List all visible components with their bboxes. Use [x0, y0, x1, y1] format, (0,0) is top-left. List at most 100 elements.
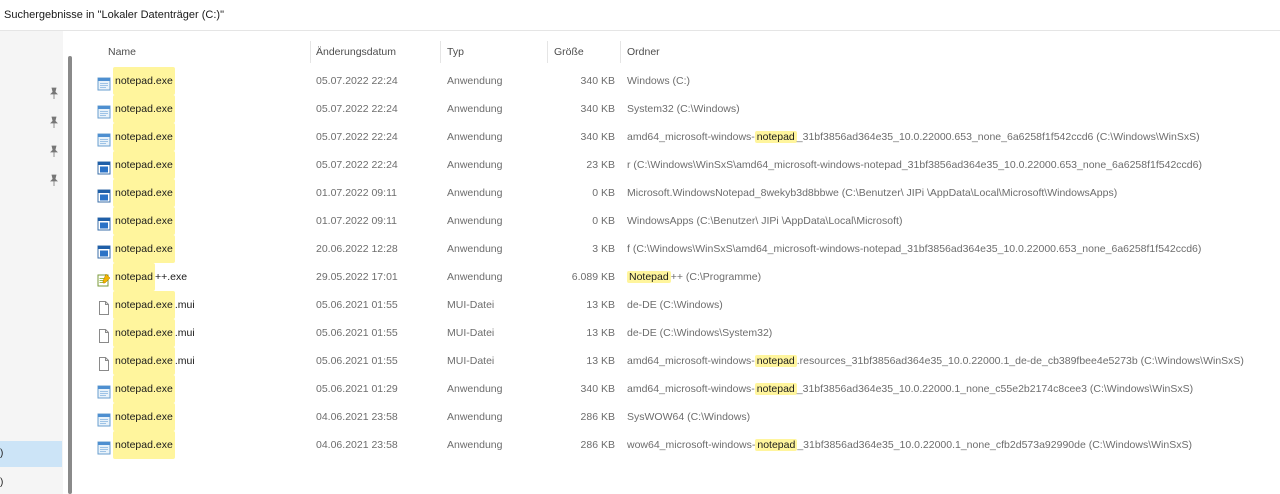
app-window-icon — [97, 410, 111, 427]
app-window-icon — [97, 438, 111, 455]
column-divider[interactable] — [440, 41, 441, 63]
file-row[interactable]: notepad.exe .mui 05.06.2021 01:55 MUI-Datei… — [77, 319, 1280, 347]
file-date: 05.07.2022 22:24 — [316, 75, 398, 87]
file-folder: WindowsApps (C:\Benutzer\ JIPi \AppData\… — [627, 207, 902, 235]
file-type: Anwendung — [447, 439, 503, 451]
file-name[interactable]: notepad.exe .mui — [97, 347, 195, 375]
app-window-icon — [97, 74, 111, 91]
file-name[interactable]: notepad.exe .mui — [97, 291, 195, 319]
file-date: 05.06.2021 01:55 — [316, 299, 398, 311]
pin-icon[interactable] — [49, 174, 59, 186]
file-size: 340 KB — [580, 103, 615, 115]
file-row[interactable]: notepad.exe 20.06.2022 12:28 Anwendung 3 KB… — [77, 235, 1280, 263]
file-row[interactable]: notepad.exe 01.07.2022 09:11 Anwendung 0 KB… — [77, 179, 1280, 207]
file-row[interactable]: notepad.exe 05.06.2021 01:29 Anwendung 340 … — [77, 375, 1280, 403]
file-type: Anwendung — [447, 411, 503, 423]
file-name[interactable]: notepad.exe — [97, 95, 175, 123]
window-title: Suchergebnisse in "Lokaler Datenträger (… — [4, 9, 224, 21]
column-date[interactable]: Änderungsdatum — [316, 37, 396, 67]
column-size[interactable]: Größe — [554, 37, 584, 67]
file-size: 340 KB — [580, 75, 615, 87]
folder-text: _31bf3856ad364e35_10.0.22000.1_none_cfb2… — [797, 439, 1192, 451]
folder-text: Microsoft.WindowsNotepad_8wekyb3d8bbwe (… — [627, 187, 1118, 199]
file-name[interactable]: notepad.exe — [97, 403, 175, 431]
notepadpp-icon — [97, 270, 111, 287]
folder-text: de-DE (C:\Windows\System32) — [627, 327, 773, 339]
file-name[interactable]: notepad.exe — [97, 179, 175, 207]
column-divider[interactable] — [620, 41, 621, 63]
column-name[interactable]: Name — [108, 37, 136, 67]
file-name[interactable]: notepad.exe — [97, 235, 175, 263]
pin-icon[interactable] — [49, 116, 59, 128]
file-row[interactable]: notepad.exe 01.07.2022 09:11 Anwendung 0 KB… — [77, 207, 1280, 235]
app-window-icon — [97, 382, 111, 399]
file-name-match: notepad.exe — [113, 347, 175, 375]
scrollbar-thumb[interactable] — [68, 56, 72, 494]
file-date: 04.06.2021 23:58 — [316, 411, 398, 423]
file-row[interactable]: notepad.exe 05.07.2022 22:24 Anwendung 340 … — [77, 95, 1280, 123]
pin-icon[interactable] — [49, 87, 59, 99]
file-name[interactable]: notepad.exe .mui — [97, 319, 195, 347]
column-type[interactable]: Typ — [447, 37, 464, 67]
file-date: 05.06.2021 01:55 — [316, 355, 398, 367]
file-name-rest: .mui — [174, 355, 195, 367]
file-size: 340 KB — [580, 131, 615, 143]
file-row[interactable]: notepad.exe 05.07.2022 22:24 Anwendung 340 … — [77, 123, 1280, 151]
folder-text: amd64_microsoft-windows- — [627, 131, 755, 143]
folder-text: Windows (C:) — [627, 75, 691, 87]
file-row[interactable]: notepad.exe 04.06.2021 23:58 Anwendung 286 … — [77, 431, 1280, 459]
pin-icon[interactable] — [49, 145, 59, 157]
folder-text: WindowsApps (C:\Benutzer\ JIPi \AppData\… — [627, 215, 903, 227]
app-window-icon — [97, 130, 111, 147]
folder-text: r (C:\Windows\WinSxS\amd64_microsoft-win… — [627, 159, 1202, 171]
file-name-match: notepad.exe — [113, 431, 175, 459]
file-size: 13 KB — [586, 327, 615, 339]
column-folder[interactable]: Ordner — [627, 37, 660, 67]
file-row[interactable]: notepad.exe 05.07.2022 22:24 Anwendung 23 K… — [77, 151, 1280, 179]
file-row[interactable]: notepad.exe 05.07.2022 22:24 Anwendung 340 … — [77, 67, 1280, 95]
column-divider[interactable] — [310, 41, 311, 63]
file-folder: Microsoft.WindowsNotepad_8wekyb3d8bbwe (… — [627, 179, 1117, 207]
file-name[interactable]: notepad.exe — [97, 207, 175, 235]
file-date: 01.07.2022 09:11 — [316, 215, 397, 227]
file-type: Anwendung — [447, 75, 503, 87]
file-date: 05.07.2022 22:24 — [316, 131, 398, 143]
file-name[interactable]: notepad ++.exe — [97, 263, 187, 291]
file-folder: amd64_microsoft-windows-notepad .resource… — [627, 347, 1244, 375]
folder-match: Notepad — [627, 271, 671, 283]
file-size: 13 KB — [586, 355, 615, 367]
file-folder: amd64_microsoft-windows-notepad _31bf3856… — [627, 375, 1193, 403]
file-name-match: notepad.exe — [113, 95, 175, 123]
nav-item-label[interactable]: ) — [0, 477, 3, 488]
file-name[interactable]: notepad.exe — [97, 431, 175, 459]
folder-text: de-DE (C:\Windows) — [627, 299, 723, 311]
folder-text: f (C:\Windows\WinSxS\amd64_microsoft-win… — [627, 243, 1202, 255]
folder-match: notepad — [754, 383, 797, 395]
file-date: 05.06.2021 01:55 — [316, 327, 398, 339]
file-type: Anwendung — [447, 383, 503, 395]
folder-text: _31bf3856ad364e35_10.0.22000.653_none_6a… — [796, 131, 1200, 143]
file-folder: Windows (C:) — [627, 67, 690, 95]
file-size: 0 KB — [592, 215, 615, 227]
file-date: 20.06.2022 12:28 — [316, 243, 398, 255]
file-size: 13 KB — [586, 299, 615, 311]
file-name-match: notepad.exe — [113, 403, 175, 431]
file-row[interactable]: notepad.exe .mui 05.06.2021 01:55 MUI-Datei… — [77, 291, 1280, 319]
file-folder: de-DE (C:\Windows\System32) — [627, 319, 772, 347]
nav-item-selected[interactable] — [0, 441, 62, 467]
file-name[interactable]: notepad.exe — [97, 123, 175, 151]
file-folder: de-DE (C:\Windows) — [627, 291, 723, 319]
file-row[interactable]: notepad.exe .mui 05.06.2021 01:55 MUI-Datei… — [77, 347, 1280, 375]
column-divider[interactable] — [547, 41, 548, 63]
folder-text: ++ (C:\Programme) — [670, 271, 762, 283]
file-name[interactable]: notepad.exe — [97, 151, 175, 179]
app-blue-icon — [97, 214, 111, 231]
file-name[interactable]: notepad.exe — [97, 375, 175, 403]
file-row[interactable]: notepad ++.exe 29.05.2022 17:01 Anwendung 6.… — [77, 263, 1280, 291]
file-folder: r (C:\Windows\WinSxS\amd64_microsoft-win… — [627, 151, 1202, 179]
file-type: Anwendung — [447, 131, 503, 143]
file-type: MUI-Datei — [447, 327, 495, 339]
file-row[interactable]: notepad.exe 04.06.2021 23:58 Anwendung 286 … — [77, 403, 1280, 431]
file-name[interactable]: notepad.exe — [97, 67, 175, 95]
folder-text: _31bf3856ad364e35_10.0.22000.1_none_c55e… — [796, 383, 1194, 395]
